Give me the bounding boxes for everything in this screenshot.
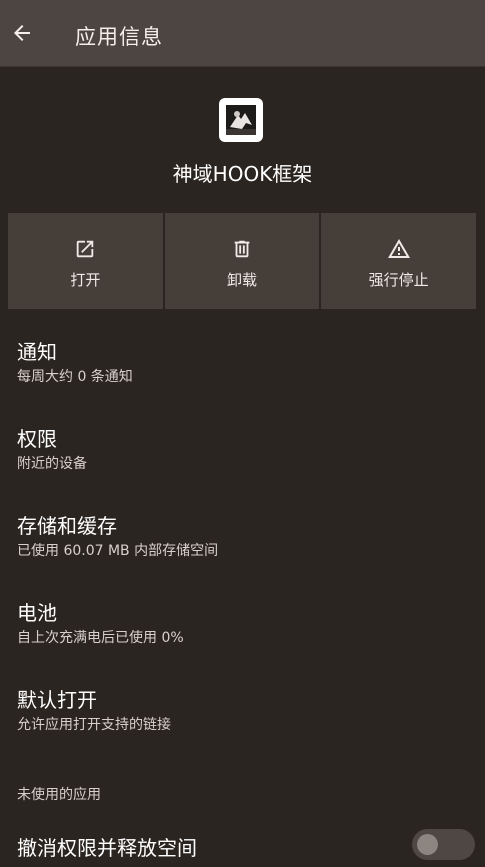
battery-title: 电池 (17, 601, 57, 625)
permissions-item[interactable]: 权限 附近的设备 (17, 427, 467, 473)
app-name: 神域HOOK框架 (172, 162, 313, 186)
warning-icon (387, 239, 410, 258)
notifications-summary: 每周大约 0 条通知 (17, 369, 133, 385)
storage-title: 存储和缓存 (17, 514, 117, 538)
back-button[interactable] (6, 17, 38, 49)
app-icon-artwork (226, 105, 256, 135)
battery-summary: 自上次充满电后已使用 0% (17, 630, 184, 646)
top-app-bar: 应用信息 (0, 0, 485, 67)
trash-icon (234, 240, 250, 258)
force-stop-button[interactable]: 强行停止 (321, 213, 477, 309)
notifications-title: 通知 (17, 340, 57, 364)
open-by-default-title: 默认打开 (17, 688, 97, 712)
permissions-title: 权限 (17, 427, 57, 451)
page-title: 应用信息 (75, 25, 163, 49)
open-button[interactable]: 打开 (8, 213, 163, 309)
arrow-back-icon (14, 25, 30, 41)
storage-summary: 已使用 60.07 MB 内部存储空间 (17, 543, 219, 559)
storage-item[interactable]: 存储和缓存 已使用 60.07 MB 内部存储空间 (17, 514, 467, 560)
battery-item[interactable]: 电池 自上次充满电后已使用 0% (17, 601, 467, 647)
toggle-knob (417, 834, 438, 855)
permissions-summary: 附近的设备 (17, 456, 87, 472)
open-by-default-summary: 允许应用打开支持的链接 (17, 717, 171, 733)
app-icon (219, 98, 263, 142)
action-buttons: 打开 卸载 强行停止 (8, 213, 477, 309)
open-button-label: 打开 (70, 271, 101, 289)
notifications-item[interactable]: 通知 每周大约 0 条通知 (17, 340, 467, 386)
app-info-screen: 应用信息 神域HOOK框架 打开 卸载 强行停止 通知 每周大约 0 条通知 权… (0, 0, 485, 867)
revoke-permissions-toggle[interactable] (412, 829, 475, 860)
open-external-icon (77, 240, 94, 258)
uninstall-button[interactable]: 卸载 (164, 213, 320, 309)
revoke-permissions-title[interactable]: 撤消权限并释放空间 (17, 832, 197, 861)
force-stop-button-label: 强行停止 (368, 271, 429, 289)
uninstall-button-label: 卸载 (227, 271, 258, 289)
open-by-default-item[interactable]: 默认打开 允许应用打开支持的链接 (17, 688, 467, 734)
unused-apps-header: 未使用的应用 (17, 787, 101, 803)
